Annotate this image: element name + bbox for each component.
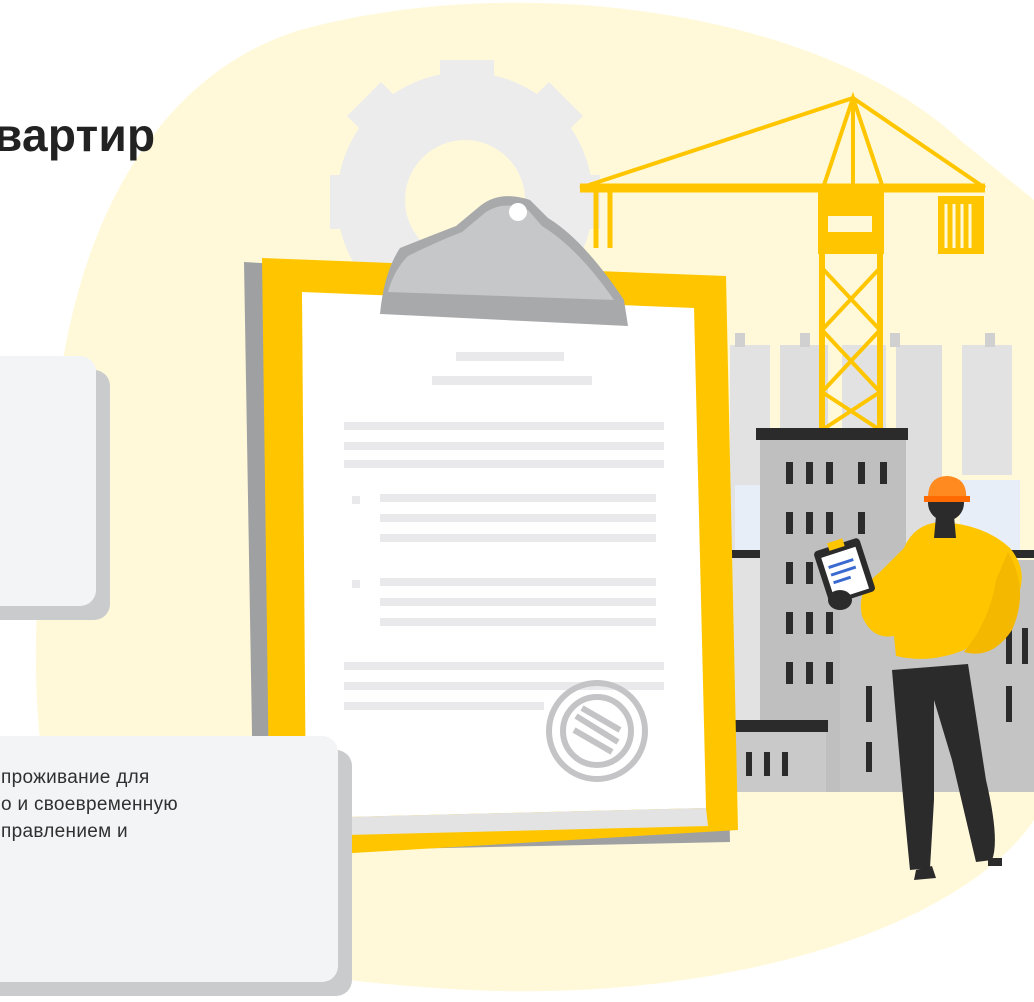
info-card-top [0,356,96,606]
info-card-text: проживание для о и своевременную правлен… [1,767,178,842]
info-card: проживание для о и своевременную правлен… [0,736,338,982]
page-title: вартир [0,109,156,161]
stamp-icon [546,680,648,782]
